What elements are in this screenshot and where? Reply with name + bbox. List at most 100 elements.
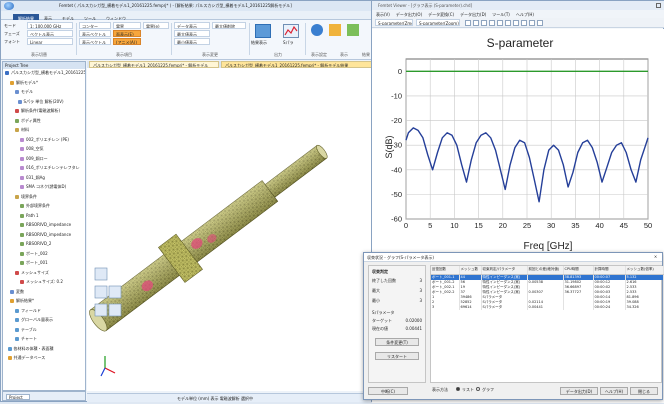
column-header[interactable]: 収束判定/パラメータ (481, 266, 528, 275)
zoom-in-icon[interactable] (465, 20, 471, 26)
restart-button[interactable]: リスタート (375, 352, 419, 360)
tree-item[interactable]: 008_空気 (20, 146, 44, 151)
group-label: 表示 (340, 52, 348, 57)
close-icon[interactable]: × (651, 254, 660, 261)
tree-item[interactable]: 各材料の体積・表面積 (7, 346, 54, 351)
save-icon[interactable] (537, 20, 543, 26)
tree-item[interactable]: 002_ポリエチレン (PE) (20, 137, 69, 142)
app-logo-icon[interactable] (4, 2, 14, 10)
settings-icon[interactable] (311, 24, 323, 36)
zoom-out-icon[interactable] (473, 20, 479, 26)
radio-graph[interactable] (476, 387, 480, 391)
column-header[interactable]: 反復回数 (431, 266, 460, 275)
column-header[interactable]: メッシュ数 (459, 266, 482, 275)
tree-item[interactable]: ポート_001 (20, 260, 48, 265)
remove-max-button[interactable]: 最大値削除 (212, 22, 246, 29)
data-display-button[interactable]: データ表示 (174, 22, 210, 29)
tree-item[interactable]: テーブル (15, 327, 37, 332)
chart-zoom-select[interactable]: S-parameter(Zoom) (416, 19, 460, 26)
field-button[interactable]: 電界 (113, 22, 141, 29)
stop-button[interactable]: 中断(C) (368, 387, 408, 395)
table-row[interactable]: 3 69614 Sパラメータ 0.00441 00:00:24 34.326 (431, 304, 664, 310)
tree-item[interactable]: Sパラ 単位 解析(20V) (17, 99, 64, 104)
tree-item[interactable]: 解析条件(電磁波解析) (15, 108, 60, 113)
tree-item[interactable]: 解析結果* (10, 298, 34, 303)
tree-item[interactable]: 031_銅Ag (20, 175, 45, 180)
tree-item[interactable]: 解析モデル* (10, 80, 38, 85)
animation-button[interactable]: (アニメ(A)) (113, 38, 141, 45)
tree-item[interactable]: Path 1 (20, 213, 39, 218)
tree-item[interactable]: フィールド (15, 308, 41, 313)
tree-item-label: 解析条件(電磁波解析) (21, 108, 61, 113)
column-header[interactable]: CPU時間 (563, 266, 594, 275)
menu-data-export[interactable]: データ出力(D) (460, 12, 486, 17)
menu-view[interactable]: 表示(V) (376, 12, 390, 17)
tree-node-icon (20, 137, 24, 142)
change-condition-button[interactable]: 条件変更(T) (375, 338, 419, 346)
tree-item[interactable]: ボディ属性 (15, 118, 41, 123)
legend-icon[interactable] (505, 20, 511, 26)
vector2-button[interactable]: 表示ベクトル (79, 38, 111, 45)
status-row-label: 最大 (372, 288, 380, 293)
close-button[interactable]: 閉じる (630, 387, 658, 395)
phase-select[interactable]: ベクトル表示 (27, 30, 73, 37)
fit-icon[interactable] (481, 20, 487, 26)
radio-list[interactable] (456, 387, 460, 391)
print-icon[interactable] (529, 20, 535, 26)
graph-icon[interactable] (283, 24, 299, 38)
tree-item[interactable]: グローバル量表示 (15, 317, 53, 322)
project-tab[interactable]: Project (6, 394, 30, 400)
export-icon[interactable] (329, 24, 341, 36)
tree-item[interactable]: 009_銅ロー (20, 156, 48, 161)
tree-item[interactable]: メッシュサイズ (15, 270, 49, 275)
pan-icon[interactable] (489, 20, 495, 26)
surface-button[interactable]: 面表示(E) (113, 30, 141, 37)
tab-file[interactable] (1, 11, 13, 20)
current-label: 現在の値 (372, 326, 388, 331)
tree-item[interactable]: RBSORIVD_2 (20, 241, 51, 246)
mode-select[interactable]: 1: 100.000 GHz (27, 22, 73, 29)
x-tick-label: 0 (404, 221, 408, 230)
tree-item[interactable]: 共通データベース (7, 355, 45, 360)
tree-item[interactable]: ポート_002 (20, 251, 48, 256)
menu-convert[interactable]: データ変換(C) (428, 12, 454, 17)
tree-item[interactable]: RBSORIVD_impedance (20, 222, 71, 227)
convergence-table[interactable]: 反復回数 メッシュ数 収束判定/パラメータ 前回との差(絶対値) CPU時間 計算時間 メッ… (430, 265, 664, 383)
tree-item[interactable]: SMA コネク(誘電体D) (20, 184, 66, 189)
display-icon[interactable] (347, 24, 359, 36)
tree-item[interactable]: 016_ポリエチレンテレフタレ (20, 165, 80, 170)
tree-item[interactable]: 変数 (10, 289, 24, 294)
tree-item[interactable]: 境界条件 (15, 194, 37, 199)
grid-icon[interactable] (497, 20, 503, 26)
menu-tools[interactable]: ツール(T) (492, 12, 510, 17)
tree-item[interactable]: 材料 (15, 127, 29, 132)
3d-viewport[interactable] (87, 68, 381, 391)
result-list-icon[interactable] (255, 24, 271, 38)
menu-help[interactable]: ヘルプ(H) (516, 12, 534, 17)
tree-item[interactable]: 外部境界条件 (20, 203, 50, 208)
marker-icon[interactable] (513, 20, 519, 26)
scale-select[interactable]: Linear (27, 38, 73, 45)
e-density-button[interactable]: 電界(e) (143, 22, 169, 29)
doc-tab-result[interactable]: パルスカシガ型_横着モデル1_20161225.femprj* - 解析モデル結… (221, 61, 377, 68)
contour-button[interactable]: コンター (79, 22, 111, 29)
tree-item[interactable]: チャート (15, 336, 37, 341)
column-header[interactable]: メッシュ数(倍率) (625, 266, 664, 275)
copy-icon[interactable] (521, 20, 527, 26)
help-button[interactable]: ヘルプ(H) (600, 387, 628, 395)
tree-item[interactable]: メッシュサイズ: 0.2 (20, 279, 63, 284)
column-header[interactable]: 計算時間 (593, 266, 626, 275)
column-header[interactable]: 前回との差(絶対値) (527, 266, 564, 275)
tree-item[interactable]: RBSORIVD_impedance (20, 232, 71, 237)
min-value-button[interactable]: 最小値表示 (174, 38, 210, 45)
tree-item[interactable]: パルスカシガ型_横着モデル1_20161225 (5, 70, 85, 75)
doc-tab-model[interactable]: パルスカシガ型_横着モデル1_20161225.femprj* - 解析モデル (89, 61, 219, 68)
close-icon[interactable] (656, 3, 661, 8)
tree-item[interactable]: モデル (15, 89, 33, 94)
chart-type-select[interactable]: S-parameter(Zmo) (375, 19, 413, 26)
max-value-button[interactable]: 最大値表示 (174, 30, 210, 37)
vector-button[interactable]: 表示ベクトル (79, 30, 111, 37)
data-export-button[interactable]: データ出力(D) (560, 387, 598, 395)
menu-data-out[interactable]: データ出力(O) (396, 12, 422, 17)
tree-item-label: メッシュサイズ (21, 269, 49, 275)
